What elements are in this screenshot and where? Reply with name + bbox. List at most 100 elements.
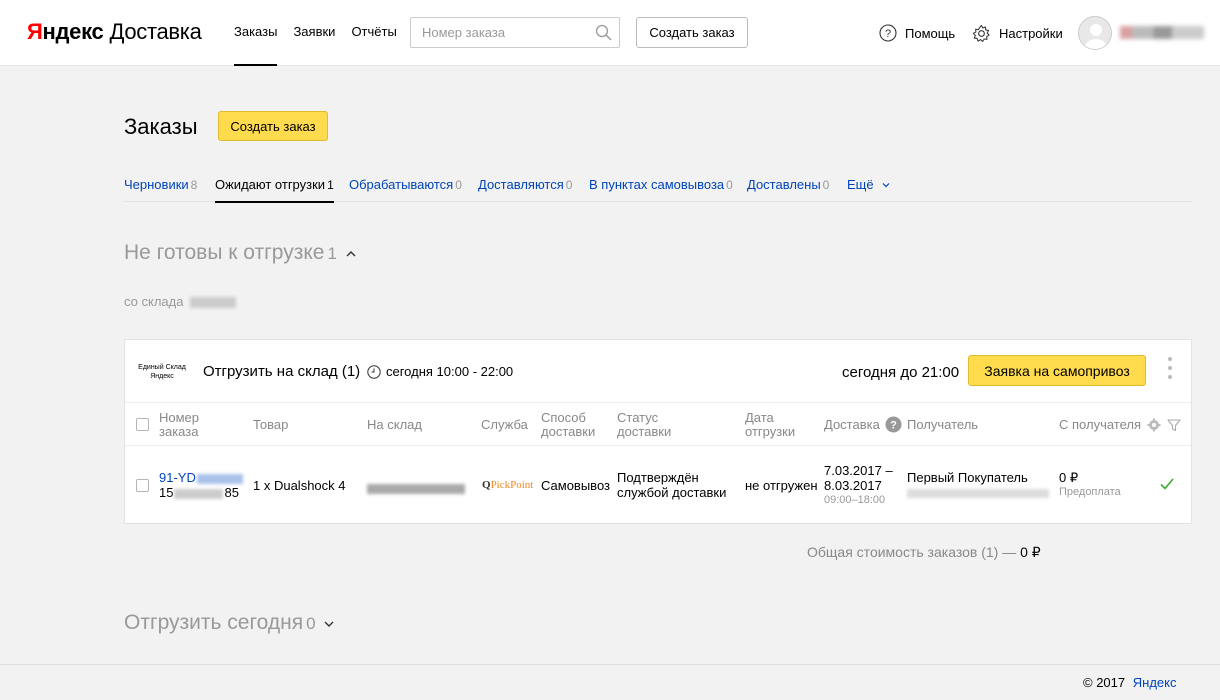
logo-product: Доставка: [109, 19, 202, 44]
ship-time: сегодня 10:00 - 22:00: [367, 364, 513, 379]
header-create-order-button[interactable]: Создать заказ: [636, 17, 748, 48]
col-method-line2: доставки: [541, 424, 596, 439]
self-delivery-request-button[interactable]: Заявка на самопривоз: [968, 355, 1146, 386]
order-search-input[interactable]: [411, 18, 591, 47]
warehouse-logo-line2: Яндекс: [150, 373, 174, 380]
help-link[interactable]: ? Помощь: [879, 24, 955, 42]
ship-date: не отгружен: [745, 478, 818, 493]
shipment-card-header: Единый Склад Яндекс Отгрузить на склад (…: [125, 340, 1191, 403]
from-warehouse-label: со склада: [124, 294, 237, 309]
amount-value: 0 ₽: [1059, 470, 1079, 485]
help-label: Помощь: [905, 25, 956, 41]
table-row[interactable]: 91-YD 15 85 1 x Dualshock 4 QPickPoint Са…: [125, 447, 1191, 524]
col-status: Статус доставки: [617, 411, 671, 439]
tab-label: Доставляются: [478, 177, 564, 192]
search-icon[interactable]: [595, 24, 612, 41]
from-warehouse-text: со склада: [124, 294, 184, 309]
tab-count: 1: [327, 178, 334, 192]
section-count: 1: [327, 244, 337, 263]
payment-type: Предоплата: [1059, 486, 1121, 498]
col-method-line1: Способ: [541, 410, 586, 425]
tab-delivered[interactable]: Доставлены 0: [747, 177, 829, 202]
settings-label: Настройки: [999, 26, 1063, 41]
order-number-redacted: [196, 473, 243, 484]
product: 1 x Dualshock 4: [253, 478, 346, 493]
delivery-method: Самовывоз: [541, 478, 610, 493]
tab-count: 0: [726, 178, 733, 192]
section-title-label: Отгрузить сегодня: [124, 611, 304, 634]
yandex-link[interactable]: Яндекс: [1133, 675, 1177, 690]
yandex-delivery-logo[interactable]: Яндекс Доставка: [27, 19, 202, 45]
order-id-prefix: 15: [159, 485, 174, 500]
tab-processing[interactable]: Обрабатываются 0: [349, 177, 462, 202]
delivery-time: 09:00–18:00: [824, 494, 886, 506]
delivery-help-icon[interactable]: ?: [885, 416, 902, 433]
page-title: Заказы: [124, 114, 198, 139]
user-name-redacted[interactable]: [1120, 26, 1204, 39]
filter-icon[interactable]: [1167, 418, 1181, 432]
tab-awaiting-shipment[interactable]: Ожидают отгрузки 1: [215, 177, 334, 203]
svg-text:?: ?: [885, 28, 891, 40]
col-from-recipient: С получателя: [1059, 417, 1142, 432]
logo-brand-first: Я: [27, 19, 43, 44]
col-product: Товар: [253, 417, 289, 432]
top-header: ЯндексДоставка Заказы Заявки Отчёты Созд…: [0, 0, 1220, 66]
row-checkbox[interactable]: [136, 479, 149, 492]
tab-count: 8: [190, 178, 198, 192]
create-order-button[interactable]: Создать заказ: [218, 111, 328, 141]
pickpoint-logo: QPickPoint: [482, 479, 534, 491]
chevron-down-icon: [882, 183, 890, 188]
settings-link[interactable]: Настройки: [972, 24, 1063, 43]
order-number[interactable]: 91-YD 15 85: [159, 470, 243, 500]
section-not-ready[interactable]: Не готовы к отгрузке 1: [124, 241, 357, 265]
select-all-checkbox[interactable]: [136, 418, 149, 431]
col-status-line2: доставки: [617, 424, 672, 439]
from-recipient-amount: 0 ₽ Предоплата: [1059, 470, 1121, 500]
total-value: 0 ₽: [1020, 544, 1041, 560]
col-recipient: Получатель: [907, 417, 979, 432]
tab-pickup-points[interactable]: В пунктах самовывоза 0: [589, 177, 733, 202]
warehouse-redacted: [367, 480, 465, 495]
warehouse-logo-line1: Единый Склад: [138, 364, 186, 371]
copyright-text: © 2017: [1083, 675, 1126, 690]
order-number-link[interactable]: 91-YD: [159, 470, 196, 485]
gear-icon: [972, 24, 990, 43]
checkmark-icon: [1160, 478, 1174, 490]
question-circle-icon: ?: [879, 24, 897, 42]
tab-label: Черновики: [124, 177, 189, 192]
section-ship-today[interactable]: Отгрузить сегодня 0: [124, 611, 335, 635]
chevron-down-icon: [324, 621, 334, 627]
tab-label: Доставлены: [747, 177, 821, 192]
logo-brand-rest: ндекс: [42, 19, 104, 44]
col-warehouse: На склад: [367, 417, 422, 432]
column-settings-gear-icon[interactable]: [1147, 418, 1161, 432]
delivery-date-line1: 7.03.2017 –: [824, 463, 893, 478]
section-count: 0: [306, 614, 316, 633]
col-ship-date-line1: Дата: [745, 410, 774, 425]
order-search: [410, 17, 620, 48]
total-label: Общая стоимость заказов (1) —: [807, 544, 1017, 560]
nav-requests[interactable]: Заявки: [293, 24, 335, 66]
user-avatar-icon[interactable]: [1078, 16, 1112, 50]
tab-drafts[interactable]: Черновики 8: [124, 177, 197, 202]
tab-delivering[interactable]: Доставляются 0: [478, 177, 572, 202]
col-order-line2: заказа: [159, 424, 199, 439]
nav-reports[interactable]: Отчёты: [351, 24, 396, 66]
nav-orders[interactable]: Заказы: [234, 24, 278, 66]
tab-label: Ожидают отгрузки: [215, 177, 326, 192]
recipient-address-redacted: [907, 489, 1049, 499]
order-id-suffix: 85: [224, 485, 239, 500]
section-title-label: Не готовы к отгрузке: [124, 241, 325, 264]
shipment-card: Единый Склад Яндекс Отгрузить на склад (…: [124, 339, 1192, 524]
main-nav: Заказы Заявки Отчёты: [234, 24, 397, 66]
clock-icon: [367, 364, 381, 379]
col-ship-date-line2: отгрузки: [745, 424, 796, 439]
more-menu-icon[interactable]: [1165, 357, 1175, 385]
footer: © 2017 Яндекс: [0, 664, 1220, 700]
delivery-status-line1: Подтверждён: [617, 470, 699, 485]
pickpoint-logo-text: PickPoint: [490, 479, 534, 491]
warehouse-logo: Единый Склад Яндекс: [137, 363, 187, 381]
recipient-name: Первый Покупатель: [907, 470, 1028, 485]
delivery-dates: 7.03.2017 – 8.03.2017 09:00–18:00: [824, 463, 893, 508]
tab-more[interactable]: Ещё: [847, 177, 891, 202]
